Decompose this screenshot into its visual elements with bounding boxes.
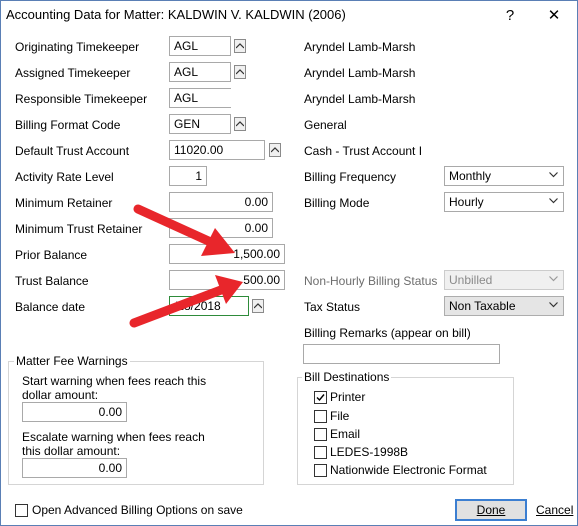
trust-account-lookup-button[interactable] bbox=[269, 143, 281, 157]
chevron-down-icon bbox=[549, 302, 558, 308]
billing-frequency-value: Monthly bbox=[449, 169, 492, 183]
up-arrow-icon bbox=[271, 147, 279, 153]
trust-account-name: Cash - Trust Account I bbox=[304, 144, 423, 158]
cancel-link[interactable]: Cancel bbox=[536, 503, 573, 517]
balance-date-value: /28/2018 bbox=[174, 299, 221, 313]
chevron-down-icon bbox=[549, 172, 558, 178]
matter-fee-warnings-title: Matter Fee Warnings bbox=[14, 354, 130, 368]
bill-destinations-title: Bill Destinations bbox=[302, 370, 392, 384]
responsible-timekeeper-label: Responsible Timekeeper bbox=[15, 92, 148, 106]
ledes-label: LEDES-1998B bbox=[330, 445, 409, 459]
originating-timekeeper-input[interactable]: AGL bbox=[169, 36, 231, 56]
nationwide-electronic-format-checkbox[interactable] bbox=[314, 464, 327, 477]
balance-date-label: Balance date bbox=[15, 300, 86, 314]
billing-remarks-input[interactable] bbox=[303, 344, 500, 364]
assigned-timekeeper-input[interactable]: AGL bbox=[169, 62, 231, 82]
minimum-trust-retainer-label: Minimum Trust Retainer bbox=[15, 222, 143, 236]
dialog-window: Accounting Data for Matter: KALDWIN V. K… bbox=[0, 0, 578, 526]
escalate-warning-label-line1: Escalate warning when fees reach bbox=[22, 430, 205, 444]
up-arrow-icon bbox=[236, 43, 244, 49]
escalate-warning-amount-input[interactable]: 0.00 bbox=[22, 458, 127, 478]
non-hourly-billing-status-label: Non-Hourly Billing Status bbox=[304, 274, 438, 288]
billing-format-code-input[interactable]: GEN bbox=[169, 114, 231, 134]
chevron-down-icon bbox=[549, 276, 558, 282]
assigned-timekeeper-name: Aryndel Lamb-Marsh bbox=[304, 66, 416, 80]
tax-status-label: Tax Status bbox=[304, 300, 361, 314]
start-warning-label-line1: Start warning when fees reach this bbox=[22, 374, 207, 388]
printer-checkbox[interactable] bbox=[314, 391, 327, 404]
billing-frequency-select[interactable]: Monthly bbox=[444, 166, 564, 186]
prior-balance-label: Prior Balance bbox=[15, 248, 88, 262]
chevron-down-icon bbox=[549, 198, 558, 204]
start-warning-amount-input[interactable]: 0.00 bbox=[22, 402, 127, 422]
activity-rate-level-label: Activity Rate Level bbox=[15, 170, 114, 184]
balance-date-picker-button[interactable] bbox=[252, 299, 264, 313]
ledes-checkbox[interactable] bbox=[314, 446, 327, 459]
minimum-retainer-input[interactable]: 0.00 bbox=[169, 192, 273, 212]
originating-timekeeper-name: Aryndel Lamb-Marsh bbox=[304, 40, 416, 54]
activity-rate-level-input[interactable]: 1 bbox=[169, 166, 207, 186]
cancel-label: Cancel bbox=[536, 503, 574, 517]
balance-date-input[interactable]: /28/2018 bbox=[169, 296, 249, 316]
advanced-billing-options-label: Open Advanced Billing Options on save bbox=[32, 503, 243, 517]
originating-lookup-button[interactable] bbox=[234, 39, 246, 53]
window-title: Accounting Data for Matter: KALDWIN V. K… bbox=[6, 7, 346, 22]
default-trust-account-input[interactable]: 11020.00 bbox=[169, 140, 265, 160]
billing-format-name: General bbox=[304, 118, 347, 132]
up-arrow-icon bbox=[236, 69, 244, 75]
tax-status-value: Non Taxable bbox=[449, 299, 516, 313]
responsible-timekeeper-input[interactable]: AGL bbox=[169, 88, 231, 108]
trust-balance-input[interactable]: 500.00 bbox=[169, 270, 285, 290]
email-checkbox[interactable] bbox=[314, 428, 327, 441]
close-button[interactable]: ✕ bbox=[539, 3, 569, 27]
billing-remarks-label: Billing Remarks (appear on bill) bbox=[304, 326, 471, 340]
email-label: Email bbox=[330, 427, 361, 441]
checkmark-icon bbox=[316, 394, 325, 402]
up-arrow-icon bbox=[254, 303, 262, 309]
up-arrow-icon bbox=[236, 121, 244, 127]
done-button-label: Done bbox=[476, 503, 506, 517]
minimum-trust-retainer-input[interactable]: 0.00 bbox=[169, 218, 273, 238]
assigned-timekeeper-label: Assigned Timekeeper bbox=[15, 66, 131, 80]
escalate-warning-label-line2: this dollar amount: bbox=[22, 444, 121, 458]
help-button[interactable]: ? bbox=[495, 3, 525, 27]
tax-status-select[interactable]: Non Taxable bbox=[444, 296, 564, 316]
help-icon: ? bbox=[505, 6, 515, 24]
billing-frequency-label: Billing Frequency bbox=[304, 170, 397, 184]
close-icon: ✕ bbox=[547, 7, 561, 24]
advanced-billing-options-checkbox[interactable] bbox=[15, 504, 28, 517]
billing-format-code-label: Billing Format Code bbox=[15, 118, 121, 132]
trust-balance-label: Trust Balance bbox=[15, 274, 89, 288]
billing-mode-value: Hourly bbox=[449, 195, 484, 209]
billing-mode-select[interactable]: Hourly bbox=[444, 192, 564, 212]
file-label: File bbox=[330, 409, 350, 423]
responsible-timekeeper-name: Aryndel Lamb-Marsh bbox=[304, 92, 416, 106]
assigned-lookup-button[interactable] bbox=[234, 65, 246, 79]
non-hourly-billing-status-value: Unbilled bbox=[449, 273, 493, 287]
prior-balance-input[interactable]: 1,500.00 bbox=[169, 244, 285, 264]
printer-label: Printer bbox=[330, 390, 366, 404]
minimum-retainer-label: Minimum Retainer bbox=[15, 196, 113, 210]
file-checkbox[interactable] bbox=[314, 410, 327, 423]
nationwide-electronic-format-label: Nationwide Electronic Format bbox=[330, 463, 487, 477]
originating-timekeeper-label: Originating Timekeeper bbox=[15, 40, 140, 54]
billing-format-lookup-button[interactable] bbox=[234, 117, 246, 131]
done-button[interactable]: Done bbox=[455, 499, 527, 521]
billing-mode-label: Billing Mode bbox=[304, 196, 370, 210]
non-hourly-billing-status-select[interactable]: Unbilled bbox=[444, 270, 564, 290]
start-warning-label-line2: dollar amount: bbox=[22, 388, 99, 402]
default-trust-account-label: Default Trust Account bbox=[15, 144, 130, 158]
